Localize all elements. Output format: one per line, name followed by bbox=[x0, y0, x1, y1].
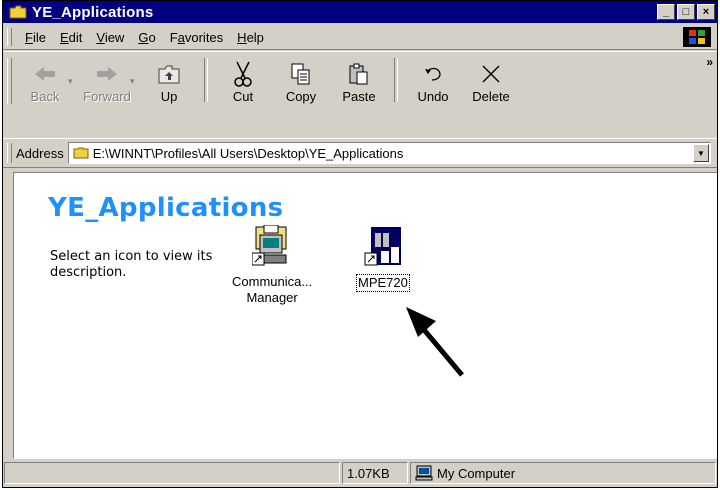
close-button[interactable]: × bbox=[697, 4, 715, 20]
pointer-arrow bbox=[406, 307, 464, 377]
delete-x-icon bbox=[480, 59, 502, 89]
maximize-button[interactable]: □ bbox=[677, 4, 695, 20]
paste-clipboard-icon bbox=[348, 59, 370, 89]
explorer-window: YE_Applications _ □ × File Edit View Go … bbox=[2, 0, 718, 488]
status-pane-zone: My Computer bbox=[410, 462, 716, 484]
scissors-icon bbox=[232, 59, 254, 89]
status-pane-main bbox=[4, 462, 340, 484]
menu-go[interactable]: Go bbox=[131, 30, 162, 45]
toolbar-grip[interactable] bbox=[7, 58, 12, 104]
menu-grip[interactable] bbox=[7, 28, 12, 46]
undo-icon bbox=[422, 59, 444, 89]
paste-button[interactable]: Paste bbox=[330, 54, 388, 108]
communication-manager-icon bbox=[251, 224, 292, 270]
address-path: E:\WINNT\Profiles\All Users\Desktop\YE_A… bbox=[92, 145, 404, 161]
standard-toolbar: Back ▾ Forward ▾ Up Cut Copy Paste Undo … bbox=[3, 51, 717, 139]
back-button[interactable]: Back bbox=[16, 54, 74, 108]
copy-button[interactable]: Copy bbox=[272, 54, 330, 108]
cut-button[interactable]: Cut bbox=[214, 54, 272, 108]
up-button[interactable]: Up bbox=[140, 54, 198, 108]
folder-icon bbox=[9, 5, 27, 19]
address-input[interactable]: E:\WINNT\Profiles\All Users\Desktop\YE_A… bbox=[67, 142, 711, 164]
folder-view[interactable]: YE_Applications Select an icon to view i… bbox=[13, 172, 717, 459]
address-label: Address bbox=[16, 145, 64, 161]
address-dropdown-button[interactable]: ▼ bbox=[693, 144, 709, 162]
toolbar-separator bbox=[394, 58, 398, 102]
mpe720-icon bbox=[363, 225, 403, 270]
forward-button[interactable]: Forward bbox=[78, 54, 136, 108]
status-pane-size: 1.07KB bbox=[342, 462, 408, 484]
communication-manager-item[interactable]: Communica... Manager bbox=[232, 224, 313, 306]
forward-arrow-icon bbox=[95, 59, 119, 89]
title-bar[interactable]: YE_Applications _ □ × bbox=[3, 1, 717, 23]
folder-icon bbox=[73, 147, 89, 159]
menu-bar: File Edit View Go Favorites Help bbox=[3, 25, 717, 50]
mpe720-label: MPE720 bbox=[356, 274, 410, 292]
menu-file[interactable]: File bbox=[18, 30, 53, 45]
delete-button[interactable]: Delete bbox=[462, 54, 520, 108]
mpe720-item[interactable]: MPE720 bbox=[356, 225, 410, 292]
windows-logo-icon bbox=[683, 27, 711, 47]
copy-icon bbox=[290, 59, 312, 89]
minimize-button[interactable]: _ bbox=[657, 4, 675, 20]
undo-button[interactable]: Undo bbox=[404, 54, 462, 108]
window-title: YE_Applications bbox=[32, 3, 154, 21]
menu-view[interactable]: View bbox=[89, 30, 131, 45]
menu-help[interactable]: Help bbox=[230, 30, 271, 45]
address-bar: Address E:\WINNT\Profiles\All Users\Desk… bbox=[3, 138, 717, 168]
address-grip[interactable] bbox=[7, 143, 12, 163]
description-text: Select an icon to view its description. bbox=[50, 249, 213, 280]
menu-edit[interactable]: Edit bbox=[53, 30, 89, 45]
zone-text: My Computer bbox=[437, 465, 516, 481]
up-folder-icon bbox=[157, 59, 181, 89]
folder-heading: YE_Applications bbox=[48, 193, 284, 223]
back-arrow-icon bbox=[33, 59, 57, 89]
status-bar: 1.07KB My Computer bbox=[3, 460, 717, 486]
communication-manager-label: Communica... Manager bbox=[232, 274, 313, 305]
my-computer-icon bbox=[415, 465, 433, 481]
file-size-text: 1.07KB bbox=[347, 465, 390, 481]
menu-favorites[interactable]: Favorites bbox=[163, 30, 230, 45]
toolbar-overflow-chevron[interactable]: » bbox=[706, 55, 713, 69]
toolbar-separator bbox=[204, 58, 208, 102]
